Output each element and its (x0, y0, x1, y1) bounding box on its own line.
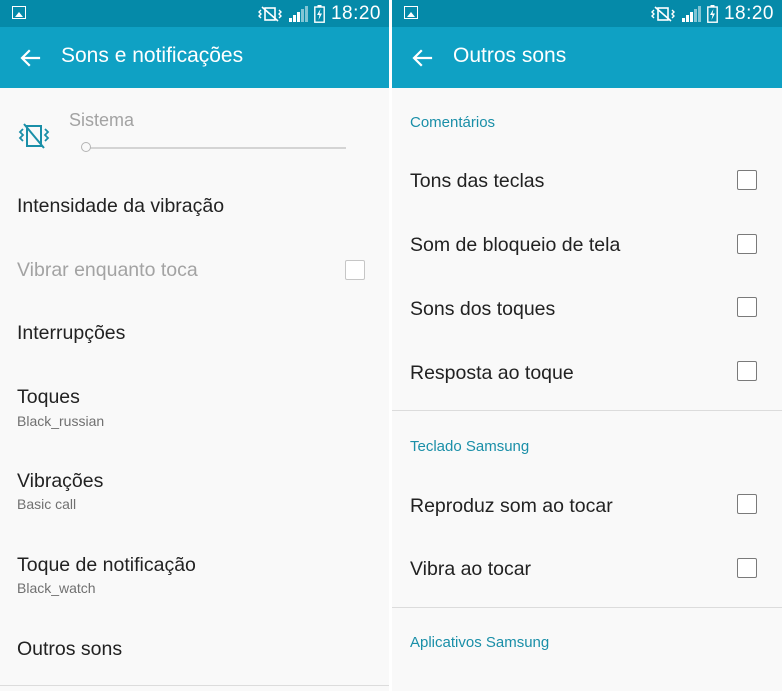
item-title: Intensidade da vibração (17, 195, 225, 217)
section-header-comments: Comentários (410, 114, 496, 131)
status-icons: 18:20 (650, 0, 774, 27)
divider (392, 607, 782, 608)
image-notification-icon (12, 6, 26, 19)
signal-icon (288, 5, 308, 22)
vibrate-mode-icon (18, 120, 50, 152)
page-title: Sons e notificações (61, 44, 244, 67)
list-item-touch-sounds[interactable]: Sons dos toques (392, 277, 782, 337)
item-title: Sons dos toques (410, 298, 556, 320)
list-item-play-sound-on-tap[interactable]: Reproduz som ao tocar (392, 474, 782, 534)
vibrate-while-ringing-checkbox[interactable] (345, 260, 365, 280)
section-header-samsung-keyboard: Teclado Samsung (410, 438, 530, 455)
list-item-touch-feedback[interactable]: Resposta ao toque (392, 341, 782, 401)
status-bar: 18:20 (392, 0, 782, 27)
list-item-interruptions[interactable]: Interrupções (0, 306, 389, 362)
battery-charging-icon (707, 4, 718, 23)
status-time: 18:20 (330, 2, 381, 24)
list-item-vibrate-on-tap[interactable]: Vibra ao tocar (392, 538, 782, 598)
item-title: Reproduz som ao tocar (410, 495, 613, 517)
signal-icon (681, 5, 701, 22)
screen-lock-sound-checkbox[interactable] (737, 234, 757, 254)
list-item-vibrations[interactable]: Vibrações Basic call (0, 454, 389, 524)
battery-charging-icon (314, 4, 325, 23)
section-header-samsung-apps: Aplicativos Samsung (410, 634, 550, 651)
list-item-vibration-intensity[interactable]: Intensidade da vibração (0, 178, 389, 234)
item-title: Resposta ao toque (410, 362, 574, 384)
volume-slider-track[interactable] (84, 147, 346, 149)
item-subtitle: Black_watch (17, 580, 96, 596)
status-icons: 18:20 (257, 0, 381, 27)
item-title: Vibrar enquanto toca (17, 259, 198, 281)
divider (0, 685, 389, 686)
app-bar: Sons e notificações (0, 27, 389, 88)
vibrate-on-tap-checkbox[interactable] (737, 558, 757, 578)
back-arrow-icon[interactable] (410, 46, 434, 70)
divider (392, 410, 782, 411)
volume-label: Sistema (69, 110, 135, 130)
list-item-key-tones[interactable]: Tons das teclas (392, 150, 782, 210)
list-item-notification-tone[interactable]: Toque de notificação Black_watch (0, 538, 389, 608)
volume-slider-thumb[interactable] (81, 142, 91, 152)
list-item-other-sounds[interactable]: Outros sons (0, 622, 389, 682)
item-title: Interrupções (17, 322, 126, 344)
item-title: Vibrações (17, 470, 104, 492)
list-item-screen-lock-sound[interactable]: Som de bloqueio de tela (392, 214, 782, 274)
left-screen: 18:20 Sons e notificações Sistema Intens… (0, 0, 389, 691)
page-title: Outros sons (453, 44, 567, 67)
touch-feedback-checkbox[interactable] (737, 361, 757, 381)
mute-vibrate-icon (650, 5, 675, 22)
item-title: Outros sons (17, 638, 123, 660)
list-item-vibrate-while-ringing[interactable]: Vibrar enquanto toca (0, 243, 389, 299)
item-title: Som de bloqueio de tela (410, 234, 621, 256)
item-title: Toques (17, 386, 80, 408)
play-sound-on-tap-checkbox[interactable] (737, 494, 757, 514)
status-time: 18:20 (723, 2, 774, 24)
back-arrow-icon[interactable] (18, 46, 42, 70)
mute-vibrate-icon (257, 5, 282, 22)
status-bar: 18:20 (0, 0, 389, 27)
image-notification-icon (404, 6, 418, 19)
item-title: Toque de notificação (17, 554, 196, 576)
app-bar: Outros sons (392, 27, 782, 88)
right-screen: 18:20 Outros sons Comentários Tons das t… (392, 0, 782, 691)
item-subtitle: Black_russian (17, 413, 105, 429)
touch-sounds-checkbox[interactable] (737, 297, 757, 317)
item-subtitle: Basic call (17, 496, 77, 512)
list-item-ringtones[interactable]: Toques Black_russian (0, 370, 389, 440)
item-title: Tons das teclas (410, 170, 545, 192)
key-tones-checkbox[interactable] (737, 170, 757, 190)
item-title: Vibra ao tocar (410, 558, 532, 580)
